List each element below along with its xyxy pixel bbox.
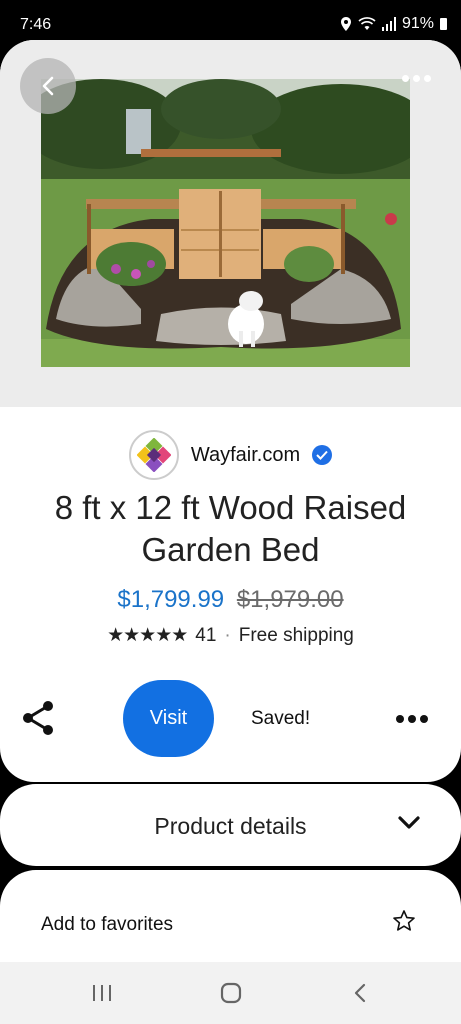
location-icon [340,17,351,31]
status-icons: 91% [340,15,447,33]
home-icon [220,982,242,1004]
hero-section [0,40,461,407]
visit-button[interactable]: Visit [123,680,214,757]
product-card: Wayfair.com 8 ft x 12 ft Wood Raised Gar… [0,40,461,782]
saved-button[interactable]: Saved! [251,708,310,730]
verified-check-icon [312,445,333,465]
star-outline-icon[interactable] [392,909,416,933]
merchant-row[interactable]: Wayfair.com [0,430,461,480]
more-horizontal-icon [402,75,409,82]
back-button[interactable] [20,58,76,114]
merchant-logo[interactable] [128,430,179,480]
action-bar: Visit Saved! [0,680,461,758]
home-button[interactable] [218,980,244,1006]
signal-icon [381,17,396,31]
add-to-favorites-label[interactable]: Add to favorites [41,914,173,936]
system-back-button[interactable] [350,980,370,1006]
more-options-top-button[interactable] [402,75,431,82]
product-image[interactable] [41,79,410,367]
recent-apps-button[interactable] [90,980,114,1006]
chevron-left-icon [42,76,54,96]
status-bar: 7:46 91% [0,0,461,40]
separator: · [224,624,231,646]
battery-percent: 91% [401,15,434,32]
price-row: $1,799.99 $1,979.00 [0,586,461,614]
recent-apps-icon [93,985,111,1001]
system-nav-bar [0,962,461,1024]
status-time: 7:46 [20,16,52,33]
back-arrow-icon [354,983,366,1003]
product-details-section[interactable]: Product details [0,784,461,866]
merchant-name[interactable]: Wayfair.com [191,444,300,467]
more-horizontal-icon [396,715,404,723]
current-price: $1,799.99 [117,586,225,613]
share-icon[interactable] [21,700,55,736]
battery-icon [440,18,447,30]
review-count: 41 [195,624,217,646]
rating-stars-icon: ★★★★★ [107,625,188,646]
more-options-button[interactable] [396,715,428,723]
original-price: $1,979.00 [236,586,344,613]
chevron-down-icon[interactable] [398,815,420,831]
wifi-icon [358,17,376,30]
shipping-label: Free shipping [238,624,354,646]
product-title: 8 ft x 12 ft Wood Raised Garden Bed [54,489,407,568]
product-details-label: Product details [154,813,307,839]
rating-row[interactable]: ★★★★★ 41 · Free shipping [0,624,461,647]
